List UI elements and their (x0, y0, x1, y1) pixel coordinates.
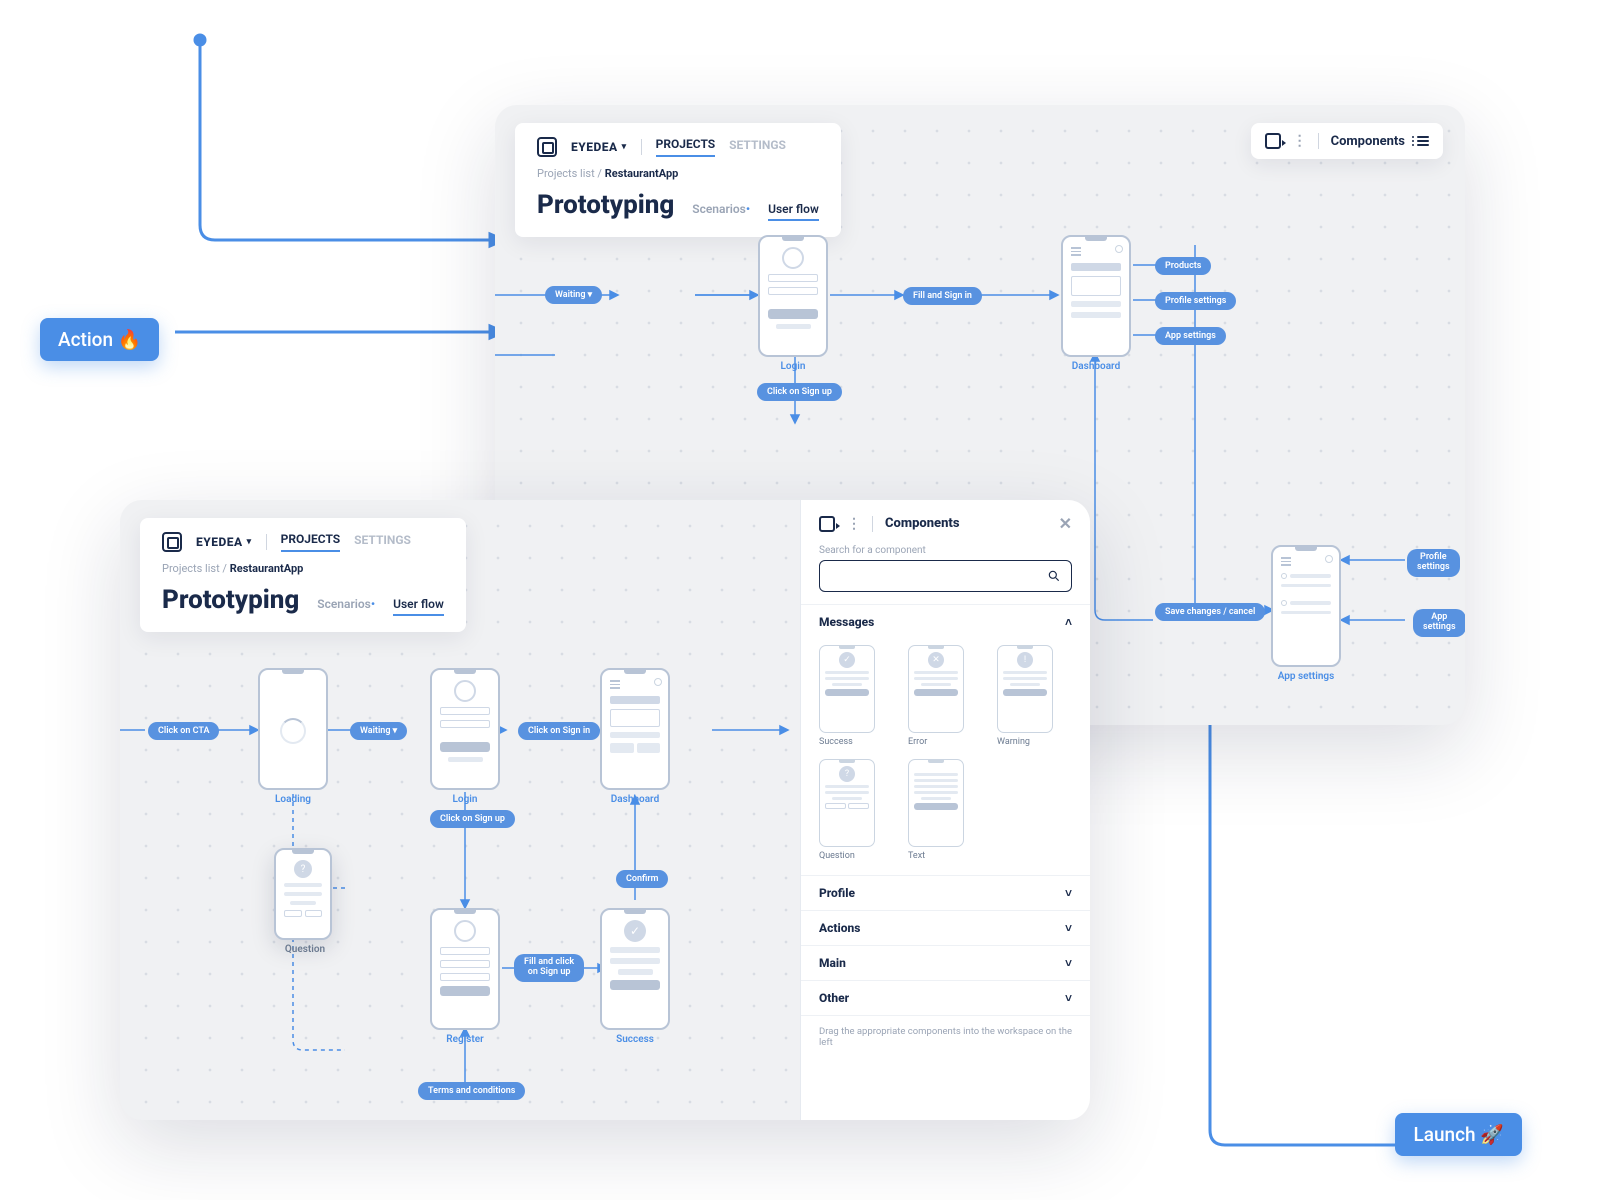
pill-fill-signin[interactable]: Fill and Sign in (903, 287, 982, 305)
pill-app-settings[interactable]: App settings (1155, 327, 1226, 345)
screen-success[interactable]: ✓ (600, 908, 670, 1030)
component-error[interactable]: ✕ Error (908, 645, 983, 747)
pill-waiting-b[interactable]: Waiting ▾ (350, 722, 407, 740)
section-messages[interactable]: Messages˄ (801, 604, 1090, 639)
chevron-up-icon: ˄ (1065, 615, 1072, 629)
component-success[interactable]: ✓ Success (819, 645, 894, 747)
chevron-down-icon: ˅ (1065, 886, 1072, 900)
window-front: EYEDEA▾ PROJECTS SETTINGS Projects list … (120, 500, 1090, 1120)
close-icon[interactable]: ✕ (1059, 514, 1072, 533)
more-icon[interactable]: ⋮ (847, 516, 860, 532)
outer-connector-top (0, 0, 520, 360)
search-label: Search for a component (819, 545, 1072, 556)
pill-confirm[interactable]: Confirm (616, 870, 668, 888)
component-question[interactable]: ? Question (819, 759, 894, 861)
shape-picker-icon[interactable] (819, 516, 835, 532)
screen-dashboard-b[interactable] (600, 668, 670, 790)
pill-click-cta[interactable]: Click on CTA (148, 722, 219, 740)
screen-question[interactable]: ? (274, 848, 332, 940)
components-panel: ⋮ Components ✕ Search for a component Me… (800, 500, 1090, 1120)
panel-hint: Drag the appropriate components into the… (801, 1015, 1090, 1064)
chevron-down-icon: ˅ (1065, 991, 1072, 1005)
pill-products[interactable]: Products (1155, 257, 1211, 275)
panel-title: Components (885, 516, 960, 531)
screen-register[interactable] (430, 908, 500, 1030)
chevron-down-icon: ˅ (1065, 956, 1072, 970)
pill-fill-click-signup[interactable]: Fill and clickon Sign up (514, 954, 584, 982)
pill-click-signup-b[interactable]: Click on Sign up (430, 810, 515, 828)
pill-click-signin[interactable]: Click on Sign in (518, 722, 600, 740)
action-chip[interactable]: Action 🔥 (40, 318, 159, 361)
pill-app-settings-2[interactable]: Appsettings (1413, 609, 1465, 637)
screen-dashboard[interactable] (1061, 235, 1131, 357)
screen-login[interactable] (758, 235, 828, 357)
chevron-down-icon: ˅ (1065, 921, 1072, 935)
pill-terms[interactable]: Terms and conditions (418, 1082, 525, 1100)
pill-click-signup[interactable]: Click on Sign up (757, 383, 842, 401)
pill-profile-settings[interactable]: Profile settings (1155, 292, 1236, 310)
section-actions[interactable]: Actions˅ (801, 910, 1090, 945)
screen-app-settings[interactable] (1271, 545, 1341, 667)
pill-waiting[interactable]: Waiting ▾ (545, 286, 602, 304)
section-main[interactable]: Main˅ (801, 945, 1090, 980)
screen-login-b[interactable] (430, 668, 500, 790)
search-icon (1047, 569, 1061, 583)
launch-chip[interactable]: Launch 🚀 (1395, 1113, 1522, 1156)
component-warning[interactable]: ! Warning (997, 645, 1072, 747)
pill-save-cancel[interactable]: Save changes / cancel (1155, 603, 1265, 621)
pill-profile-settings-2[interactable]: Profilesettings (1407, 549, 1460, 577)
component-text[interactable]: Text (908, 759, 983, 861)
section-profile[interactable]: Profile˅ (801, 875, 1090, 910)
screen-loading[interactable] (258, 668, 328, 790)
search-input[interactable] (819, 560, 1072, 592)
section-other[interactable]: Other˅ (801, 980, 1090, 1015)
